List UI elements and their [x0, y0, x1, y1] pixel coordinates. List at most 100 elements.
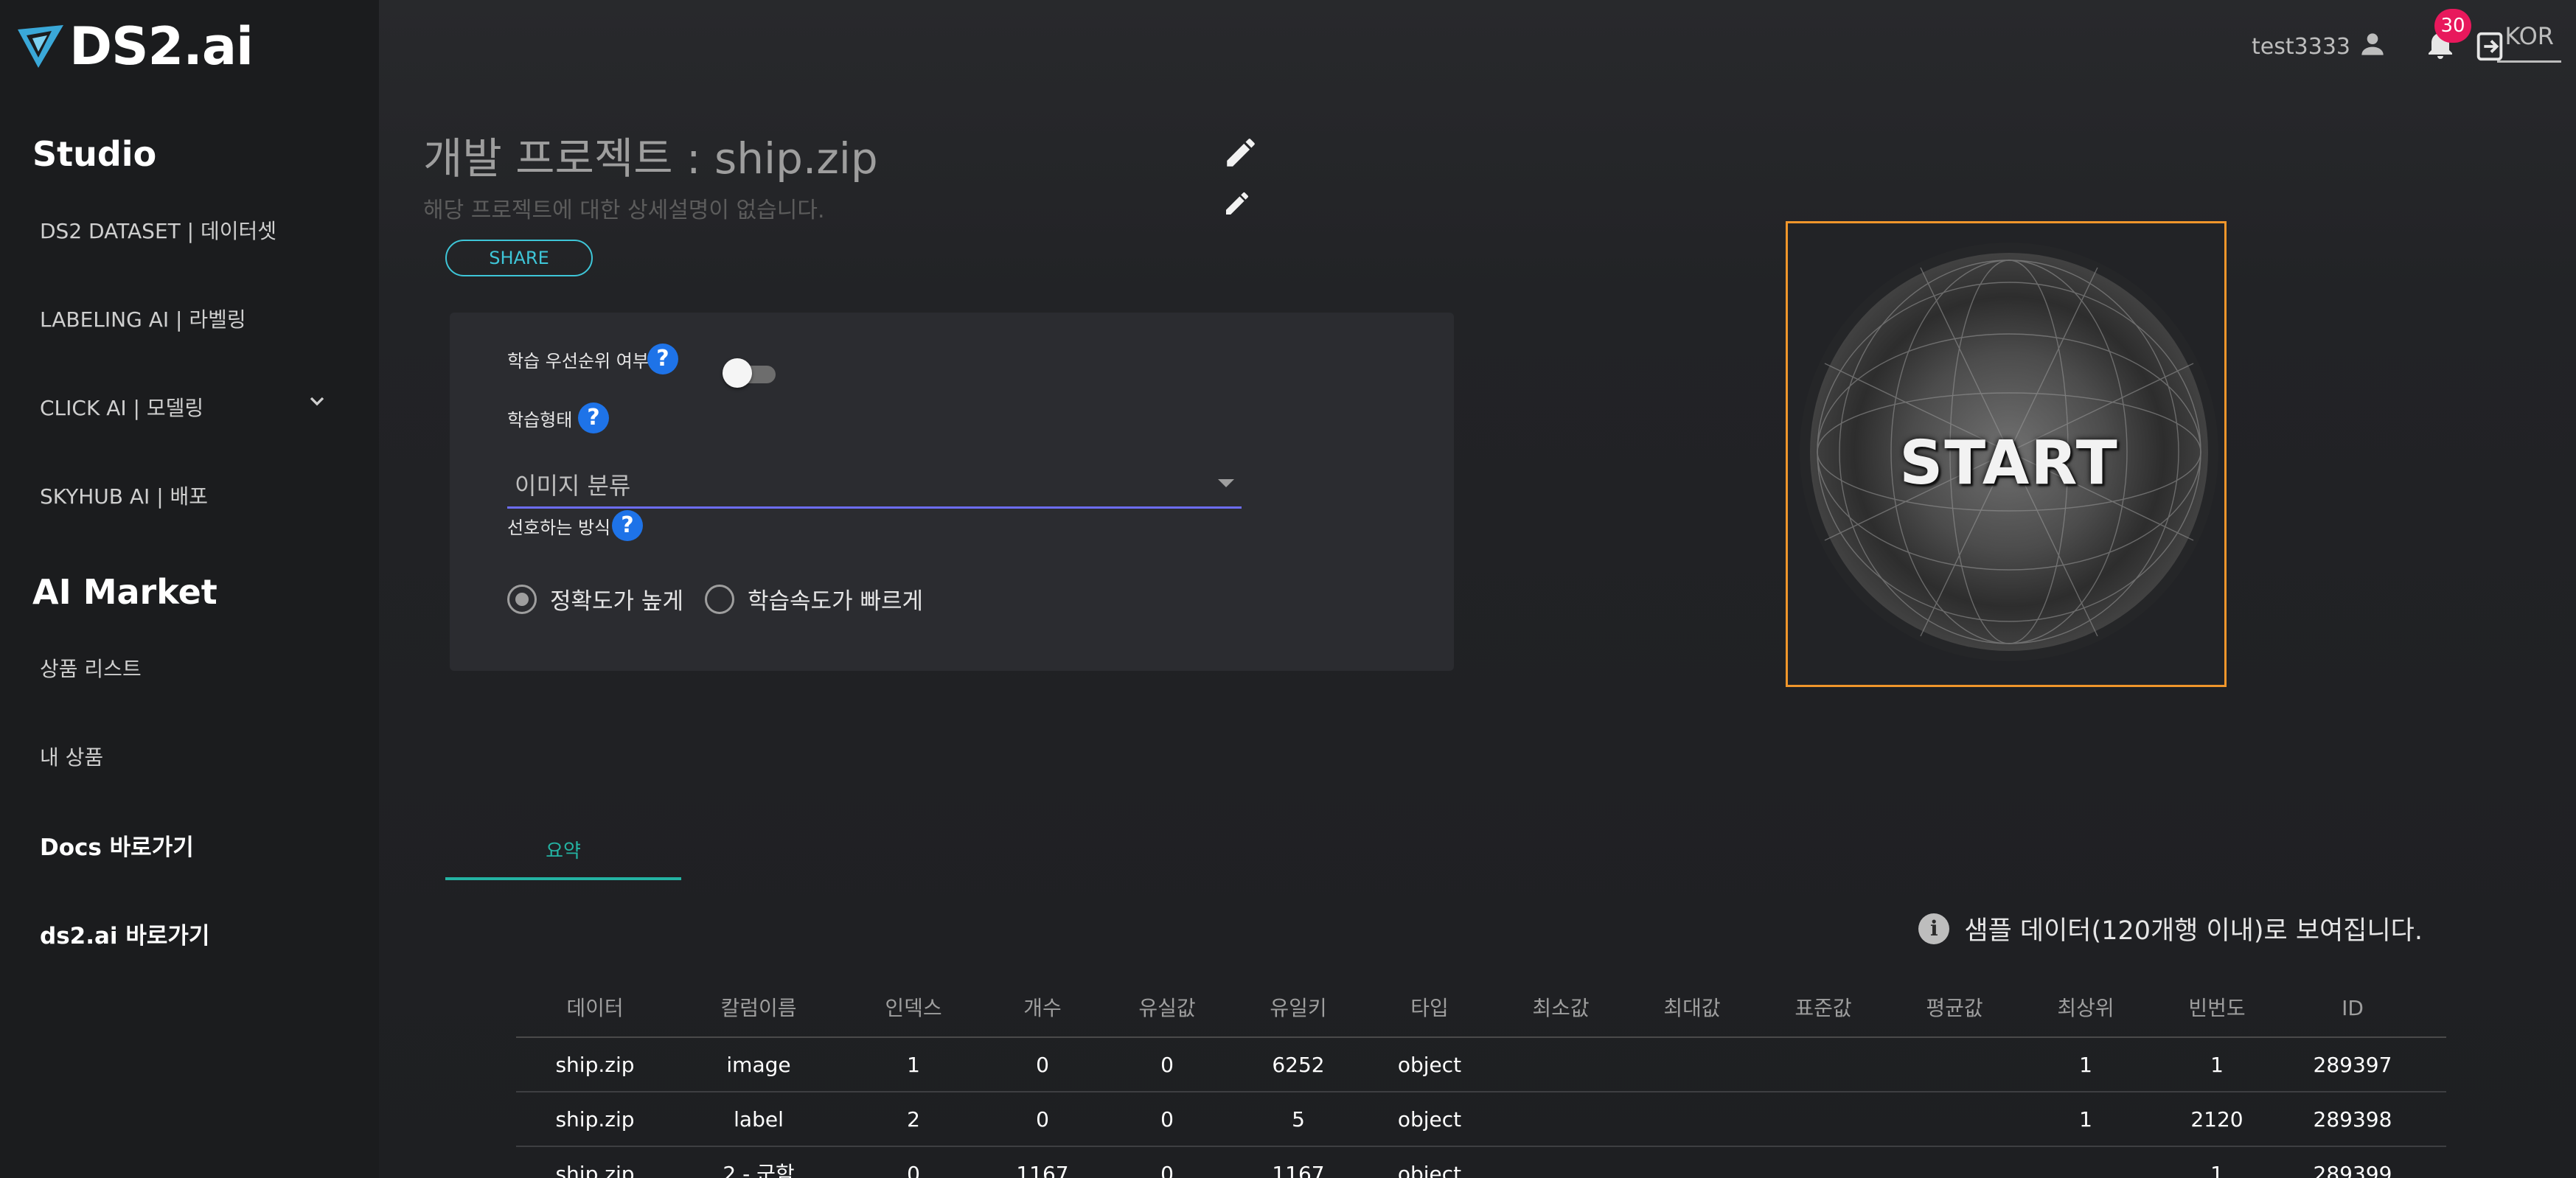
- section-ai-market: AI Market: [32, 572, 217, 612]
- table-cell: [1495, 1147, 1626, 1178]
- table-cell: [1758, 1147, 1889, 1178]
- share-button[interactable]: SHARE: [445, 240, 593, 276]
- notice-text: 샘플 데이터(120개행 이내)로 보여집니다.: [1964, 916, 2423, 946]
- table-cell: 5: [1292, 1107, 1305, 1132]
- table-cell: [1889, 1092, 2020, 1146]
- table-cell: 0: [1160, 1107, 1174, 1132]
- user-icon[interactable]: [2356, 28, 2389, 60]
- project-title: 개발 프로젝트 : ship.zip: [423, 133, 878, 184]
- sample-data-notice: i 샘플 데이터(120개행 이내)로 보여집니다.: [1918, 910, 2423, 947]
- priority-toggle[interactable]: [723, 358, 779, 388]
- table-cell: 1: [2079, 1107, 2092, 1132]
- table-cell: [1758, 1092, 1889, 1146]
- table-cell: object: [1397, 1107, 1462, 1132]
- col-header: 유일키: [1270, 996, 1327, 1020]
- edit-description-icon[interactable]: [1222, 189, 1252, 218]
- top-bar: test3333 30 KOR: [2060, 0, 2576, 88]
- col-header: 최소값: [1532, 996, 1590, 1020]
- table-cell: 0: [1036, 1107, 1049, 1132]
- table-row[interactable]: ship.zip 2 - 군함 0 1167 0 1167 object 1 2…: [516, 1147, 2446, 1178]
- start-button[interactable]: START: [1786, 221, 2227, 687]
- table-cell: [1626, 1092, 1758, 1146]
- table-cell: [1626, 1038, 1758, 1091]
- radio-circle[interactable]: [507, 584, 537, 614]
- table-cell: [1495, 1092, 1626, 1146]
- dropdown-arrow-icon: [1218, 479, 1234, 487]
- help-icon[interactable]: ?: [612, 510, 643, 541]
- col-header: ID: [2342, 996, 2364, 1020]
- table-row[interactable]: ship.zip label 2 0 0 5 object 1 2120 289…: [516, 1092, 2446, 1147]
- col-header: 표준값: [1795, 996, 1852, 1020]
- table-cell: 2 - 군함: [723, 1162, 795, 1178]
- sidebar-item-labeling[interactable]: LABELING AI | 라벨링: [40, 304, 246, 333]
- radio-accuracy[interactable]: 정확도가 높게: [507, 582, 683, 616]
- sidebar: DS2.ai Studio DS2 DATASET | 데이터셋 LABELIN…: [0, 0, 379, 1178]
- help-icon[interactable]: ?: [578, 402, 609, 433]
- training-type-label: 학습형태: [507, 410, 573, 431]
- start-label: START: [1899, 428, 2119, 498]
- table-cell: image: [726, 1053, 791, 1077]
- chevron-down-icon[interactable]: [305, 389, 329, 413]
- table-cell: 0: [1036, 1053, 1049, 1077]
- table-cell: 1: [2210, 1053, 2224, 1077]
- start-sphere-graphic: START: [1810, 253, 2208, 651]
- table-cell: 289397: [2313, 1053, 2392, 1077]
- table-cell: 1167: [1272, 1162, 1325, 1178]
- help-icon[interactable]: ?: [647, 344, 678, 374]
- radio-label: 학습속도가 빠르게: [748, 588, 924, 615]
- radio-label: 정확도가 높게: [550, 588, 683, 615]
- table-cell: 1167: [1016, 1162, 1069, 1178]
- notification-badge: 30: [2434, 9, 2471, 43]
- brand-name: DS2.ai: [69, 16, 254, 77]
- col-header: 빈번도: [2188, 996, 2246, 1020]
- toggle-knob: [723, 358, 752, 388]
- table-cell: 2: [907, 1107, 920, 1132]
- sidebar-item-my-products[interactable]: 내 상품: [40, 742, 103, 771]
- table-cell: 2120: [2190, 1107, 2243, 1132]
- info-icon: i: [1918, 913, 1950, 944]
- tab-summary[interactable]: 요약: [445, 826, 681, 880]
- sidebar-item-dataset[interactable]: DS2 DATASET | 데이터셋: [40, 215, 276, 245]
- table-cell: object: [1397, 1053, 1462, 1077]
- sidebar-item-clickai[interactable]: CLICK AI | 모델링: [40, 392, 203, 422]
- table-cell: 1: [2210, 1162, 2224, 1178]
- project-description: 해당 프로젝트에 대한 상세설명이 없습니다.: [423, 198, 825, 223]
- radio-circle[interactable]: [705, 584, 734, 614]
- table-cell: [1495, 1038, 1626, 1091]
- sidebar-item-product-list[interactable]: 상품 리스트: [40, 653, 142, 683]
- sidebar-link-docs[interactable]: Docs 바로가기: [40, 829, 194, 862]
- col-header: 유실값: [1138, 996, 1196, 1020]
- summary-table: 데이터 칼럼이름 인덱스 개수 유실값 유일키 타입 최소값 최대값 표준값 평…: [516, 980, 2446, 1178]
- table-cell: [1626, 1147, 1758, 1178]
- table-cell: [1889, 1147, 2020, 1178]
- edit-title-icon[interactable]: [1222, 134, 1259, 171]
- col-header: 최상위: [2057, 996, 2114, 1020]
- priority-label: 학습 우선순위 여부: [507, 351, 649, 372]
- logo-icon: [18, 25, 63, 68]
- table-cell: [1758, 1038, 1889, 1091]
- sidebar-link-ds2ai[interactable]: ds2.ai 바로가기: [40, 917, 209, 950]
- training-type-select[interactable]: 이미지 분류: [507, 457, 1242, 509]
- table-cell: ship.zip: [555, 1053, 635, 1077]
- table-cell: ship.zip: [555, 1162, 635, 1178]
- table-cell: 0: [907, 1162, 920, 1178]
- table-cell: 289399: [2313, 1162, 2392, 1178]
- table-cell: 0: [1160, 1162, 1174, 1178]
- preferred-method-label: 선호하는 방식: [507, 517, 611, 538]
- section-studio: Studio: [32, 134, 157, 174]
- sidebar-item-skyhub[interactable]: SKYHUB AI | 배포: [40, 481, 208, 510]
- table-row[interactable]: ship.zip image 1 0 0 6252 object 1 1 289…: [516, 1038, 2446, 1092]
- col-header: 최대값: [1663, 996, 1721, 1020]
- username[interactable]: test3333: [2252, 34, 2350, 60]
- radio-speed[interactable]: 학습속도가 빠르게: [705, 582, 923, 616]
- col-header: 데이터: [566, 996, 624, 1020]
- col-header: 칼럼이름: [720, 996, 797, 1020]
- brand-logo[interactable]: DS2.ai: [16, 16, 254, 77]
- col-header: 인덱스: [885, 996, 942, 1020]
- table-cell: [2020, 1147, 2151, 1178]
- table-cell: 6252: [1272, 1053, 1325, 1077]
- col-header: 개수: [1023, 996, 1062, 1020]
- language-select[interactable]: KOR: [2497, 22, 2561, 63]
- table-cell: 1: [907, 1053, 920, 1077]
- col-header: 평균값: [1926, 996, 1983, 1020]
